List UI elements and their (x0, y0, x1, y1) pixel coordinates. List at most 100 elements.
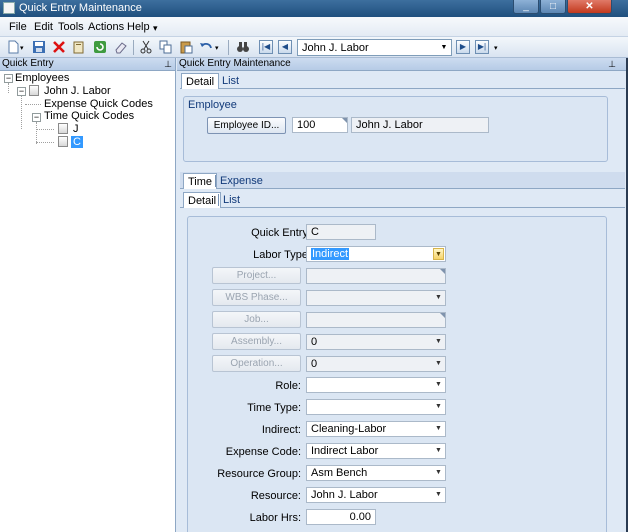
paste-icon[interactable] (179, 40, 193, 54)
assembly-button[interactable]: Assembly... (212, 333, 301, 350)
resource-select[interactable]: John J. Labor ▼ (306, 487, 446, 503)
labor-type-value: Indirect (311, 248, 350, 260)
role-select[interactable]: ▼ (306, 377, 446, 393)
clear-icon[interactable] (114, 40, 128, 54)
tab-expense[interactable]: Expense (216, 173, 267, 189)
quick-entry-label: Quick Entry: (251, 227, 311, 239)
quick-entry-panel: Quick Entry ⊥ − Employees − John J. Labo… (0, 58, 176, 532)
labor-hrs-label: Labor Hrs: (249, 512, 301, 524)
menu-tools[interactable]: Tools (58, 21, 84, 33)
tab-time-list[interactable]: List (219, 192, 244, 208)
project-field (306, 268, 446, 284)
labor-hrs-field[interactable]: 0.00 (306, 509, 376, 525)
undo-dropdown-icon[interactable]: ▾ (215, 44, 229, 58)
resource-label: Resource: (250, 490, 301, 502)
expense-code-value: Indirect Labor (311, 445, 379, 457)
tree-connector (25, 104, 41, 105)
pin-icon[interactable]: ⊥ (164, 58, 172, 70)
close-button[interactable]: ✕ (567, 0, 612, 14)
labor-type-select[interactable]: Indirect ▼ (306, 246, 446, 262)
tab-time-detail[interactable]: Detail (183, 192, 222, 208)
tree-item-code-c[interactable]: C (71, 136, 83, 148)
new-icon[interactable] (6, 40, 20, 54)
previous-record-button[interactable]: ◀ (278, 40, 292, 54)
cut-icon[interactable] (139, 40, 153, 54)
expense-code-select[interactable]: Indirect Labor ▼ (306, 443, 446, 459)
toolbar-separator (133, 40, 134, 55)
first-record-button[interactable]: |◀ (259, 40, 273, 54)
job-button[interactable]: Job... (212, 311, 301, 328)
toolbar-overflow-icon[interactable]: ▾ (494, 44, 508, 58)
chevron-down-icon[interactable]: ▼ (433, 467, 444, 479)
employee-id-field[interactable]: 100 (292, 117, 348, 133)
collapse-employees-icon[interactable]: − (4, 74, 13, 83)
quick-entry-value: C (311, 226, 319, 238)
copy-icon[interactable] (159, 40, 173, 54)
chevron-down-icon[interactable]: ▼ (433, 401, 444, 413)
collapse-employee-icon[interactable]: − (17, 87, 26, 96)
operation-select: 0 ▼ (306, 356, 446, 372)
chevron-down-icon[interactable]: ▼ (433, 423, 444, 435)
tree-item-time-quick-codes[interactable]: Time Quick Codes (44, 110, 134, 122)
chevron-down-icon[interactable]: ▼ (438, 41, 450, 54)
labor-type-label: Labor Type: (253, 249, 311, 261)
binoculars-icon[interactable] (236, 40, 250, 54)
lookup-corner-icon (440, 269, 445, 274)
tab-detail[interactable]: Detail (181, 73, 220, 89)
copy-record-icon[interactable] (72, 40, 86, 54)
indirect-select[interactable]: Cleaning-Labor ▼ (306, 421, 446, 437)
undo-icon[interactable] (199, 40, 213, 54)
operation-value: 0 (311, 358, 318, 370)
chevron-down-icon[interactable]: ▼ (433, 445, 444, 457)
tree-item-code-j[interactable]: J (73, 123, 79, 135)
chevron-down-icon[interactable]: ▼ (433, 248, 444, 260)
assembly-value: 0 (311, 336, 318, 348)
refresh-icon[interactable] (93, 40, 107, 54)
job-field (306, 312, 446, 328)
pin-icon[interactable]: ⊥ (608, 58, 616, 70)
employee-group: Employee Employee ID... 100 John J. Labo… (183, 96, 608, 162)
title-bar: Quick Entry Maintenance _ □ ✕ (0, 0, 628, 17)
last-record-button[interactable]: ▶| (475, 40, 489, 54)
employee-group-title: Employee (188, 99, 237, 111)
menu-help[interactable]: Help (127, 21, 150, 33)
operation-button[interactable]: Operation... (212, 355, 301, 372)
quick-entry-panel-header: Quick Entry ⊥ (0, 58, 175, 71)
save-icon[interactable] (32, 40, 46, 54)
menu-actions[interactable]: Actions (88, 21, 124, 33)
app-icon (3, 2, 15, 14)
delete-icon[interactable] (52, 40, 66, 54)
menu-overflow-icon[interactable]: ▾ (153, 23, 158, 34)
record-selector[interactable]: John J. Labor ▼ (297, 39, 452, 56)
tab-time[interactable]: Time (183, 173, 218, 189)
tree-item-employees[interactable]: Employees (15, 72, 69, 84)
lookup-corner-icon (342, 118, 347, 123)
toolbar: ▾ ▾ |◀ ◀ John J. Labor ▼ ▶ ▶| ▾ (0, 37, 628, 58)
menu-edit[interactable]: Edit (34, 21, 53, 33)
role-label: Role: (275, 380, 301, 392)
tree-connector (36, 129, 54, 130)
toolbar-separator (228, 40, 229, 55)
minimize-button[interactable]: _ (513, 0, 539, 14)
project-button[interactable]: Project... (212, 267, 301, 284)
tree-item-employee[interactable]: John J. Labor (44, 85, 111, 97)
time-detail-form: Quick Entry: C Labor Type: Indirect ▼ Pr… (187, 216, 607, 532)
tab-list[interactable]: List (218, 73, 243, 89)
chevron-down-icon[interactable]: ▼ (433, 379, 444, 391)
maintenance-panel-header: Quick Entry Maintenance ⊥ (177, 58, 628, 71)
employee-id-button[interactable]: Employee ID... (207, 117, 286, 134)
chevron-down-icon: ▼ (435, 294, 442, 301)
wbs-phase-button[interactable]: WBS Phase... (212, 289, 301, 306)
menu-bar: File Edit Tools Actions Help ▾ (0, 17, 628, 37)
chevron-down-icon[interactable]: ▼ (433, 489, 444, 501)
next-record-button[interactable]: ▶ (456, 40, 470, 54)
tree-connector (8, 83, 9, 93)
collapse-time-codes-icon[interactable]: − (32, 113, 41, 122)
record-selector-value: John J. Labor (302, 42, 369, 54)
resource-group-select[interactable]: Asm Bench ▼ (306, 465, 446, 481)
tree-item-expense-quick-codes[interactable]: Expense Quick Codes (44, 98, 153, 110)
menu-file[interactable]: File (9, 21, 27, 33)
time-type-select[interactable]: ▼ (306, 399, 446, 415)
maximize-button[interactable]: □ (540, 0, 566, 14)
tree-connector (21, 96, 22, 129)
